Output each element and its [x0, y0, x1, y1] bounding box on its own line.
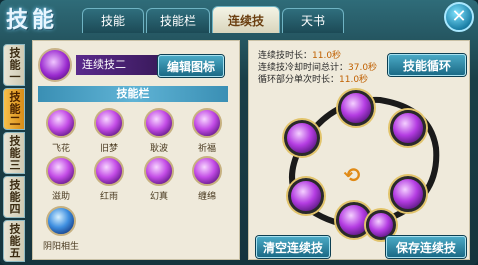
skill-cycle-button[interactable]: 技能循环 — [388, 54, 466, 76]
skill-label: 旧梦 — [99, 144, 118, 154]
combo-slot-5[interactable] — [390, 176, 426, 212]
side-tab-skill-2[interactable]: 技能二 — [3, 88, 25, 130]
skill-label: 耿波 — [149, 144, 168, 154]
combo-slot-2[interactable] — [390, 110, 426, 146]
combo-slot-3[interactable] — [284, 120, 320, 156]
close-button[interactable]: ✕ — [444, 2, 474, 32]
stat-value: 11.0秒 — [339, 75, 369, 85]
tab-skill-bar[interactable]: 技能栏 — [146, 8, 210, 33]
skill-icon-qifu[interactable] — [192, 108, 222, 138]
skill-label: 红雨 — [99, 192, 118, 202]
side-tab-skill-1[interactable]: 技能一 — [3, 44, 25, 86]
edit-icon-button[interactable]: 编辑图标 — [158, 55, 224, 77]
skill-icon-zizhu[interactable] — [46, 156, 76, 186]
skill-icon-chanmian[interactable] — [192, 156, 222, 186]
side-tab-skill-3[interactable]: 技能三 — [3, 132, 25, 174]
combo-icon[interactable] — [38, 48, 72, 82]
skill-icon-huanzhen[interactable] — [144, 156, 174, 186]
skill-label: 阴阳相生 — [42, 242, 79, 252]
save-combo-button[interactable]: 保存连续技 — [386, 236, 466, 258]
combo-name: 连续技二 — [76, 55, 160, 75]
skill-label: 祈福 — [197, 144, 216, 154]
stat-cycle-duration: 循环部分单次时长：11.0秒 — [258, 72, 368, 85]
skill-icon-feihua[interactable] — [46, 108, 76, 138]
tab-combo[interactable]: 连续技 — [212, 6, 280, 33]
skill-icon-gengbo[interactable] — [144, 108, 174, 138]
clear-combo-button[interactable]: 清空连续技 — [256, 236, 330, 258]
skill-bar-title: 技能栏 — [38, 86, 228, 102]
skill-label: 飞花 — [51, 144, 70, 154]
skill-icon-hongyu[interactable] — [94, 156, 124, 186]
window-title: 技能 — [6, 7, 59, 33]
side-tab-skill-4[interactable]: 技能四 — [3, 176, 25, 218]
skill-icon-yinyang[interactable] — [46, 206, 76, 236]
tab-skills[interactable]: 技能 — [82, 8, 144, 33]
skill-window: 技能 技能 技能栏 连续技 天书 ✕ 技能一 技能二 技能三 技能四 技能五 连… — [0, 0, 478, 265]
skill-label: 缠绵 — [197, 192, 216, 202]
skill-label: 幻真 — [149, 192, 168, 202]
skill-icon-jiumeng[interactable] — [94, 108, 124, 138]
combo-slot-1[interactable] — [338, 90, 374, 126]
side-tab-skill-5[interactable]: 技能五 — [3, 220, 25, 262]
close-icon: ✕ — [451, 6, 467, 27]
skill-label: 滋助 — [51, 192, 70, 202]
cycle-arrows-icon: ⟲ — [343, 163, 361, 187]
stat-label: 循环部分单次时长： — [258, 75, 340, 85]
combo-slot-4[interactable] — [288, 178, 324, 214]
tab-heavenly-book[interactable]: 天书 — [282, 8, 344, 33]
